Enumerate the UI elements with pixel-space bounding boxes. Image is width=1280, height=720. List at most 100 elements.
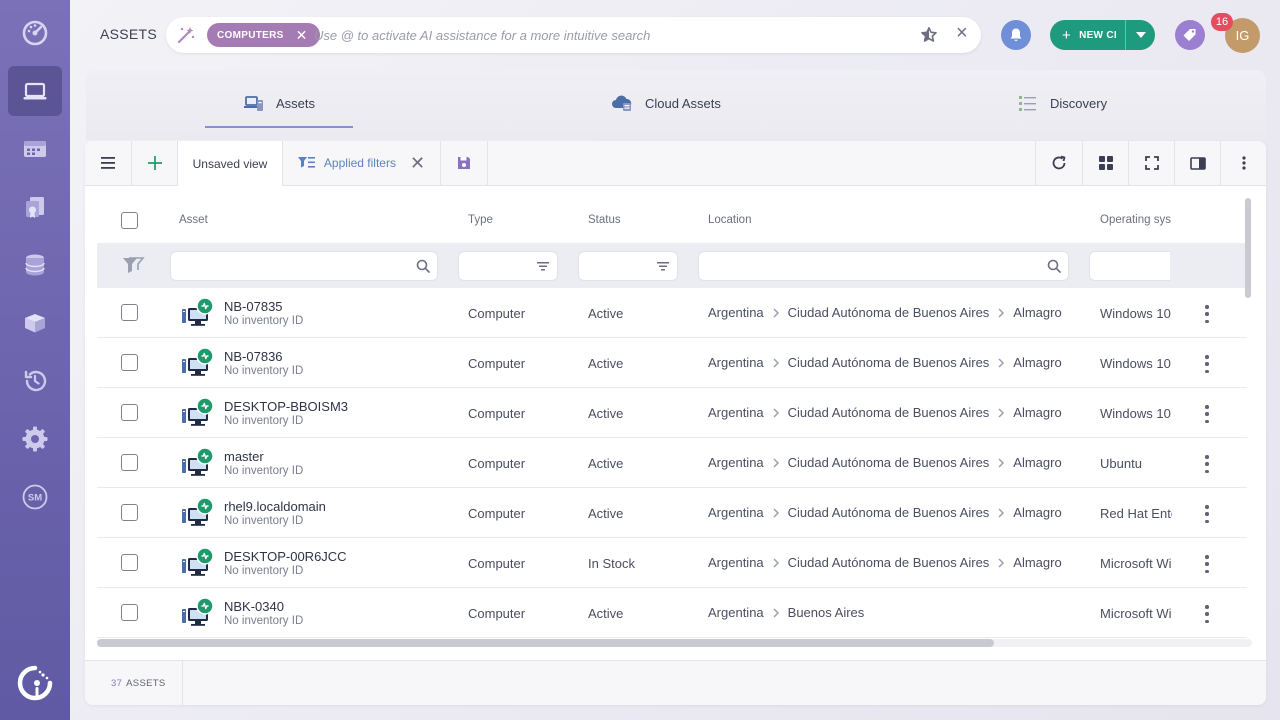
asset-name-link[interactable]: rhel9.localdomain <box>224 499 326 514</box>
row-actions-button[interactable] <box>1199 455 1215 473</box>
sidebar-item-contracts[interactable] <box>8 182 62 232</box>
side-panel-button[interactable] <box>1174 141 1220 185</box>
tab-unsaved-view[interactable]: Unsaved view <box>178 141 283 186</box>
row-checkbox[interactable] <box>121 354 138 371</box>
clear-filters-icon[interactable]: ✕ <box>410 153 425 174</box>
inventory-id: No inventory ID <box>224 515 304 527</box>
sidebar-item-history[interactable] <box>8 356 62 406</box>
kebab-dot <box>1205 419 1209 423</box>
chip-close-icon[interactable]: ✕ <box>296 28 308 42</box>
new-ci-main[interactable]: + NEW CI <box>1050 20 1125 50</box>
kebab-dot <box>1205 569 1209 573</box>
kebab-dot <box>1205 405 1209 409</box>
kebab-dot <box>1205 369 1209 373</box>
vertical-scrollbar-thumb[interactable] <box>1245 198 1251 298</box>
sidebar-logo[interactable] <box>8 658 62 708</box>
table-row[interactable]: master No inventory ID Computer Active Argen… <box>97 438 1247 488</box>
location-part: Buenos Aires <box>787 605 865 620</box>
fullscreen-button[interactable] <box>1128 141 1174 185</box>
tab-label: Cloud Assets <box>645 95 721 111</box>
column-header-status[interactable]: Status <box>588 214 621 226</box>
operating-system: Windows 10 <box>1100 406 1171 421</box>
type-filter-select[interactable] <box>458 251 558 281</box>
notifications-button[interactable] <box>1001 20 1031 50</box>
row-actions-button[interactable] <box>1199 605 1215 623</box>
new-ci-button[interactable]: + NEW CI <box>1050 20 1155 50</box>
sidebar-item-service-catalog[interactable] <box>8 124 62 174</box>
table-row[interactable]: NB-07835 No inventory ID Computer Active Arg… <box>97 288 1247 338</box>
row-checkbox[interactable] <box>121 454 138 471</box>
row-checkbox[interactable] <box>121 504 138 521</box>
table-row[interactable]: NB-07836 No inventory ID Computer Active Arg… <box>97 338 1247 388</box>
operating-system: Microsoft Wi <box>1100 556 1172 571</box>
table-row[interactable]: DESKTOP-00R6JCC No inventory ID Computer In… <box>97 538 1247 588</box>
asset-type: Computer <box>468 556 526 571</box>
more-options-button[interactable] <box>1220 141 1266 185</box>
location-filter-input[interactable] <box>698 251 1069 281</box>
kebab-dot <box>1205 455 1209 459</box>
filter-toggle-icon[interactable] <box>121 256 145 274</box>
search-chip[interactable]: COMPUTERS ✕ <box>207 23 320 47</box>
asset-name-link[interactable]: NB-07835 <box>224 299 283 314</box>
column-header-location[interactable]: Location <box>708 214 751 226</box>
applied-filters-tab[interactable]: Applied filters ✕ <box>283 141 441 185</box>
row-actions-button[interactable] <box>1199 355 1215 373</box>
select-all-checkbox[interactable] <box>121 212 138 229</box>
asset-name-link[interactable]: DESKTOP-BBOISM3 <box>224 399 348 414</box>
os-filter-input[interactable] <box>1089 251 1170 281</box>
menu-button[interactable] <box>85 141 132 185</box>
grid-view-button[interactable] <box>1082 141 1128 185</box>
asset-type: Computer <box>468 306 526 321</box>
search-input[interactable] <box>314 25 904 45</box>
location-part: Argentina <box>708 305 764 320</box>
row-checkbox[interactable] <box>121 304 138 321</box>
save-view-button[interactable] <box>441 141 488 185</box>
search-bar[interactable]: COMPUTERS ✕ × <box>166 17 981 53</box>
table-row[interactable]: NBK-0340 No inventory ID Computer Active Arg… <box>97 588 1247 638</box>
row-actions-button[interactable] <box>1199 405 1215 423</box>
sidebar-item-sm[interactable]: SM <box>8 472 62 522</box>
fullscreen-icon <box>1144 156 1159 170</box>
sidebar-item-packages[interactable] <box>8 298 62 348</box>
new-ci-dropdown[interactable] <box>1126 32 1155 38</box>
asset-status: Active <box>588 606 624 621</box>
table-row[interactable]: DESKTOP-BBOISM3 No inventory ID Computer Ac… <box>97 388 1247 438</box>
asset-type: Computer <box>468 456 526 471</box>
grid-icon <box>1098 156 1113 170</box>
row-actions-button[interactable] <box>1199 505 1215 523</box>
location-part: Argentina <box>708 505 764 520</box>
sidebar-item-assets[interactable] <box>8 66 62 116</box>
row-checkbox[interactable] <box>121 604 138 621</box>
column-header-os[interactable]: Operating sys <box>1100 214 1172 226</box>
table-row[interactable]: rhel9.localdomain No inventory ID Computer… <box>97 488 1247 538</box>
asset-name-link[interactable]: NB-07836 <box>224 349 283 364</box>
clear-search-icon[interactable]: × <box>956 23 968 43</box>
horizontal-scrollbar-thumb[interactable] <box>97 639 994 647</box>
add-view-button[interactable] <box>132 141 178 185</box>
row-checkbox[interactable] <box>121 404 138 421</box>
favorite-search-icon[interactable] <box>920 26 938 44</box>
tab-discovery[interactable]: Discovery <box>1018 94 1107 112</box>
tab-cloud-assets[interactable]: Cloud Assets <box>611 94 721 112</box>
tab-assets[interactable]: Assets <box>244 94 315 112</box>
row-actions-button[interactable] <box>1199 555 1215 573</box>
row-actions-button[interactable] <box>1199 305 1215 323</box>
chevron-right-icon <box>773 507 779 518</box>
tags-button[interactable] <box>1175 20 1205 50</box>
sidebar-item-dashboard[interactable] <box>8 8 62 58</box>
column-header-type[interactable]: Type <box>468 214 493 226</box>
asset-name-link[interactable]: NBK-0340 <box>224 599 284 614</box>
row-checkbox[interactable] <box>121 554 138 571</box>
asset-name-link[interactable]: master <box>224 449 264 464</box>
asset-filter-input[interactable] <box>170 251 438 281</box>
asset-name-link[interactable]: DESKTOP-00R6JCC <box>224 549 347 564</box>
search-icon <box>416 259 430 273</box>
sidebar-item-database[interactable] <box>8 240 62 290</box>
status-filter-select[interactable] <box>578 251 678 281</box>
asset-type: Computer <box>468 356 526 371</box>
magic-wand-icon[interactable] <box>176 25 196 45</box>
refresh-button[interactable] <box>1035 141 1082 185</box>
computer-status-icon <box>182 597 214 626</box>
column-header-asset[interactable]: Asset <box>179 214 208 226</box>
sidebar-item-settings[interactable] <box>8 414 62 464</box>
